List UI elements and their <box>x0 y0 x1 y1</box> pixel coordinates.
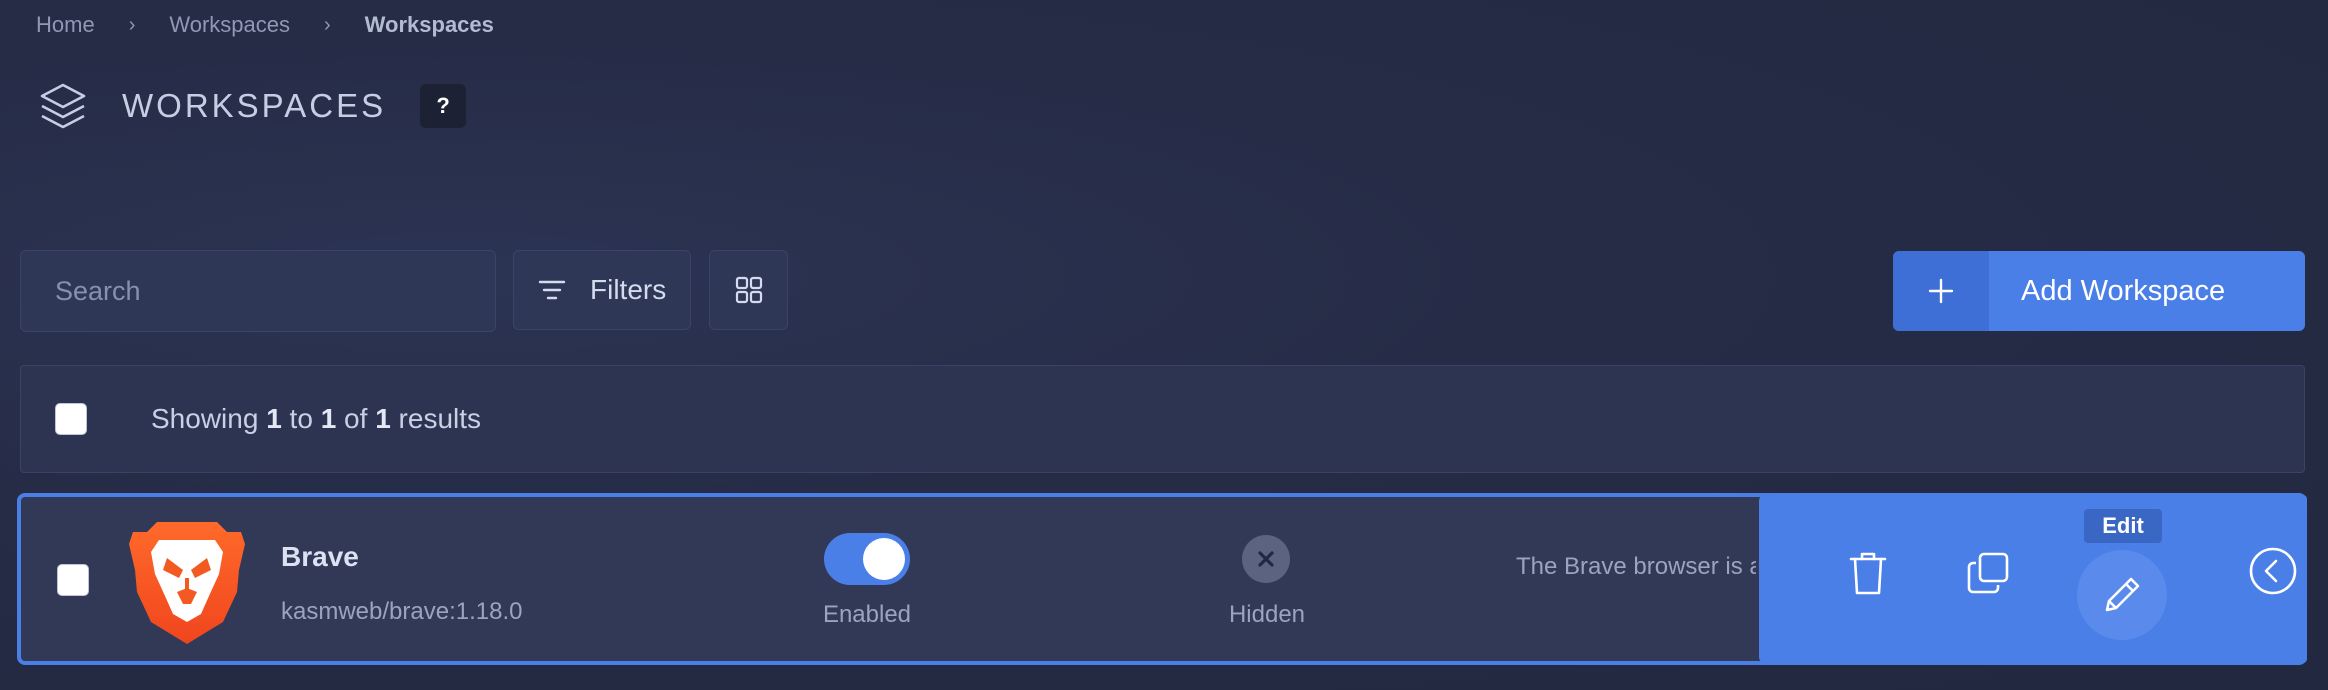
row-checkbox[interactable] <box>57 564 89 596</box>
results-of-word: of <box>344 403 368 434</box>
workspace-name: Brave <box>281 541 359 572</box>
toggle-knob <box>863 538 905 580</box>
edit-tooltip: Edit <box>2084 509 2162 543</box>
grid-view-button[interactable] <box>709 250 788 330</box>
results-suffix: results <box>398 403 482 434</box>
brave-lion-icon <box>129 522 245 644</box>
add-workspace-label: Add Workspace <box>2021 274 2226 307</box>
chevron-left-circle-icon <box>2249 547 2297 595</box>
results-to: 1 <box>320 403 337 434</box>
results-prefix: Showing <box>151 403 259 434</box>
add-workspace-button[interactable]: Add Workspace <box>1893 251 2305 331</box>
workspace-image: kasmweb/brave:1.18.0 <box>281 598 523 625</box>
layers-icon <box>40 83 86 129</box>
workspace-row[interactable]: Brave kasmweb/brave:1.18.0 Enabled Hidde… <box>17 493 2307 665</box>
results-summary: Showing 1 to 1 of 1 results <box>151 403 481 435</box>
breadcrumb-workspaces[interactable]: Workspaces <box>169 12 290 38</box>
clone-button[interactable] <box>1962 543 2014 603</box>
delete-button[interactable] <box>1842 543 1894 603</box>
copy-icon <box>1967 552 2009 594</box>
trash-icon <box>1849 552 1887 595</box>
enabled-label: Enabled <box>822 601 912 628</box>
filter-icon <box>538 280 566 300</box>
workspace-description: The Brave browser is a <box>1516 553 1756 580</box>
search-input[interactable]: Search <box>20 250 496 332</box>
breadcrumb-current: Workspaces <box>364 12 494 37</box>
results-to-word: to <box>289 403 313 434</box>
pencil-icon <box>2105 577 2140 612</box>
select-all-checkbox[interactable] <box>55 403 87 435</box>
filters-button[interactable]: Filters <box>513 250 691 330</box>
chevron-right-icon: › <box>128 13 136 36</box>
grid-icon <box>735 276 762 304</box>
filters-label: Filters <box>590 274 667 305</box>
hidden-label: Hidden <box>1228 601 1306 628</box>
breadcrumb-home[interactable]: Home <box>36 12 95 38</box>
edit-button[interactable] <box>2077 550 2167 640</box>
page-title: WORKSPACES <box>122 87 387 124</box>
plus-icon <box>1893 251 1989 331</box>
page-header: WORKSPACES ? <box>36 76 467 136</box>
enabled-toggle[interactable] <box>824 533 910 585</box>
breadcrumb: Home › Workspaces › Workspaces <box>36 10 494 40</box>
results-total: 1 <box>375 403 391 434</box>
results-from: 1 <box>266 403 282 434</box>
results-header: Showing 1 to 1 of 1 results <box>20 365 2305 473</box>
chevron-right-icon: › <box>324 13 331 36</box>
row-actions-panel: Edit <box>1759 495 2307 663</box>
help-button[interactable]: ? <box>420 84 467 128</box>
close-icon[interactable] <box>1242 535 1290 583</box>
collapse-actions-button[interactable] <box>2247 545 2299 597</box>
